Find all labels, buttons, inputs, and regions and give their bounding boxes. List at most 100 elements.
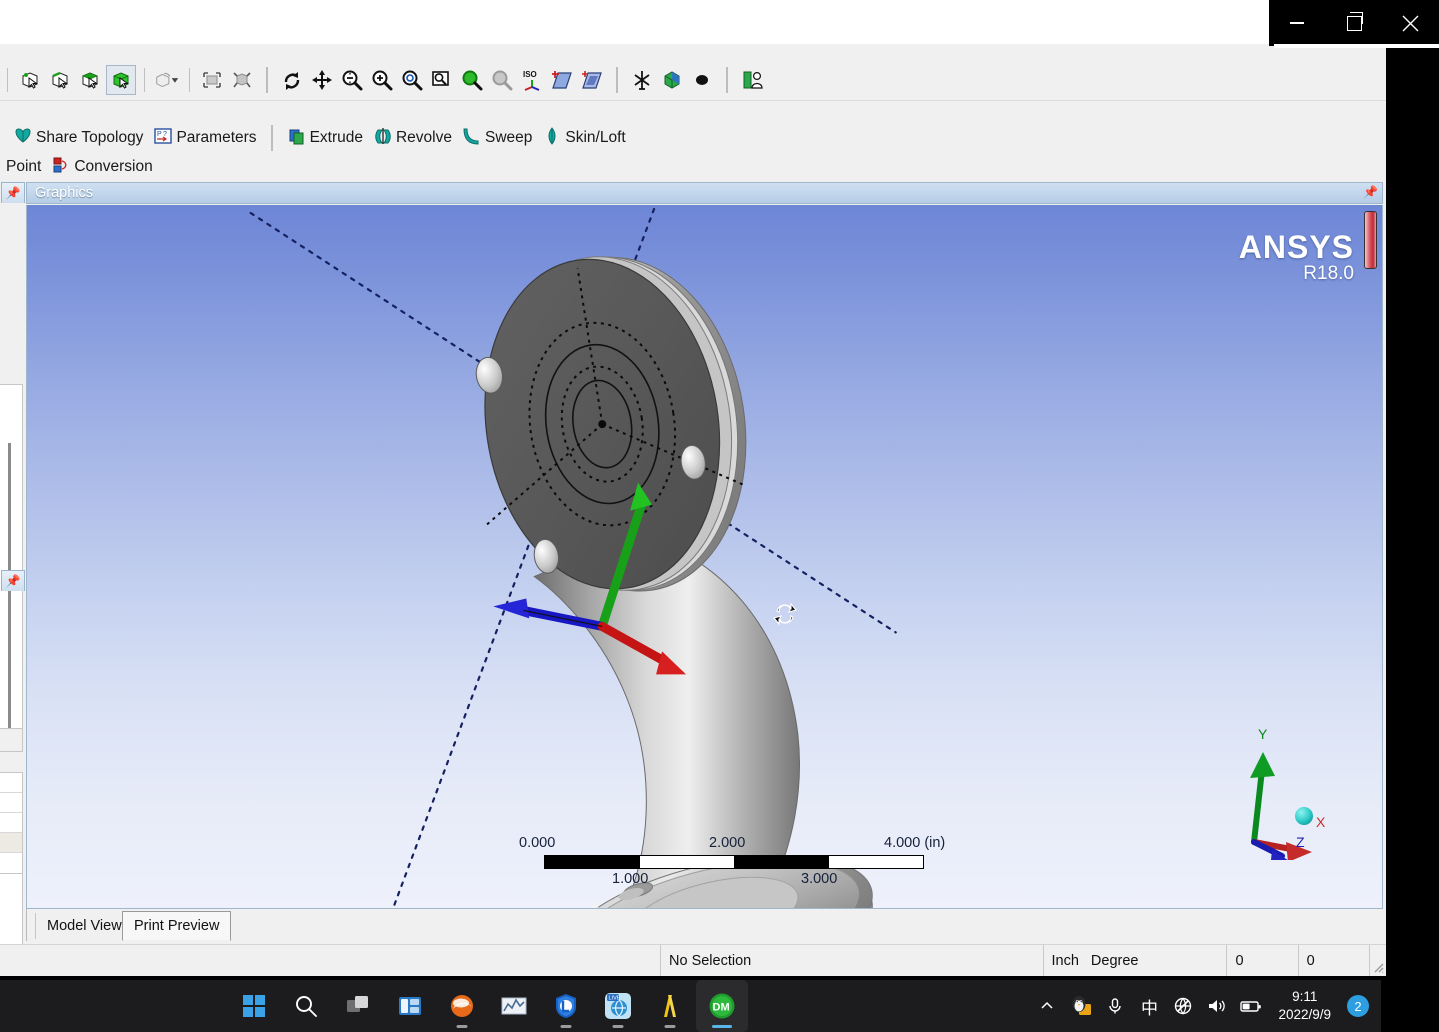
shield-app[interactable] xyxy=(540,980,592,1032)
svg-text:P: P xyxy=(157,131,162,138)
windows-taskbar: LIVE DM 中 9:11 2022/9/9 2 xyxy=(0,980,1439,1032)
toolbar-divider xyxy=(7,68,8,92)
parameters-button[interactable]: P ? Parameters xyxy=(148,124,261,153)
tree-outline-pin-icon[interactable]: 📌 xyxy=(1,182,25,203)
status-count-1-value: 0 xyxy=(1235,953,1244,969)
skin-loft-icon xyxy=(542,126,562,151)
rotate-cursor-icon xyxy=(772,601,798,627)
chevron-up-icon[interactable] xyxy=(1030,980,1064,1032)
search-button[interactable] xyxy=(280,980,332,1032)
details-view-panel[interactable] xyxy=(0,772,23,874)
look-at-face-icon[interactable] xyxy=(738,66,766,94)
scale-segment xyxy=(639,856,734,868)
network-globe-offline-icon[interactable] xyxy=(1166,980,1200,1032)
tree-outline-panel[interactable] xyxy=(0,384,23,746)
status-count-2: 0 xyxy=(1299,945,1370,976)
select-body-icon[interactable] xyxy=(106,65,136,95)
conversion-button[interactable]: Conversion xyxy=(46,153,157,182)
running-indicator xyxy=(456,1025,468,1028)
axis-triad[interactable]: Y X Z xyxy=(1224,726,1334,870)
triad-y-label: Y xyxy=(1258,726,1268,742)
chinese-ime-icon[interactable]: 中 xyxy=(1132,980,1166,1032)
clock-date: 2022/9/9 xyxy=(1278,1007,1331,1022)
box-select-icon[interactable] xyxy=(198,66,226,94)
browser-app[interactable] xyxy=(436,980,488,1032)
parameters-icon: P ? xyxy=(153,126,173,151)
share-topology-button[interactable]: Share Topology xyxy=(8,124,148,153)
tab-print-preview-label: Print Preview xyxy=(134,918,220,934)
share-topology-icon xyxy=(13,126,33,151)
ansys-workbench-app[interactable] xyxy=(644,980,696,1032)
live-app[interactable]: LIVE xyxy=(592,980,644,1032)
triad-y-axis xyxy=(1250,752,1275,845)
status-selection: No Selection xyxy=(660,945,1044,976)
parameters-label: Parameters xyxy=(176,129,257,146)
graphics-viewport[interactable]: ANSYS R18.0 0.000 2.000 4.000 (in) 1.000 xyxy=(26,205,1383,909)
tab-model-view[interactable]: Model View xyxy=(35,913,133,939)
box-zoom-icon[interactable] xyxy=(398,66,426,94)
toolbar-divider xyxy=(616,67,618,93)
taskbar-clock[interactable]: 9:11 2022/9/9 xyxy=(1268,980,1341,1032)
box-volume-select-icon[interactable] xyxy=(228,66,256,94)
left-panel-strip: 📌 📌 xyxy=(0,182,25,976)
battery-icon[interactable] xyxy=(1234,980,1268,1032)
window-resize-grip[interactable] xyxy=(1370,945,1386,976)
select-face-icon[interactable] xyxy=(76,66,104,94)
new-sketch-icon[interactable] xyxy=(578,66,606,94)
select-vertex-icon[interactable] xyxy=(16,66,44,94)
point-button[interactable]: Point xyxy=(1,156,46,178)
iso-view-icon[interactable]: ISO xyxy=(518,66,546,94)
screen: ISO Share Topology P ? Parameters Extrud… xyxy=(0,0,1439,1032)
graphics-scrollbar-track[interactable] xyxy=(1364,207,1380,907)
svg-text:DM: DM xyxy=(713,1002,730,1014)
status-units: Inch Degree xyxy=(1044,945,1228,976)
extend-selection-icon[interactable] xyxy=(153,66,181,94)
display-model-icon[interactable] xyxy=(628,66,656,94)
zoom-to-fit-icon[interactable] xyxy=(428,66,456,94)
graphics-pin-icon[interactable]: 📌 xyxy=(1363,185,1378,199)
triad-x-label: X xyxy=(1316,814,1326,830)
chart-app[interactable] xyxy=(488,980,540,1032)
graphics-panel-title: Graphics xyxy=(35,185,94,201)
overlay-close-button[interactable] xyxy=(1382,0,1439,46)
rotate-icon[interactable] xyxy=(278,66,306,94)
status-unit-length: Inch xyxy=(1051,953,1079,969)
next-view-icon[interactable] xyxy=(488,66,516,94)
tab-print-preview[interactable]: Print Preview xyxy=(122,911,232,941)
toolbar-divider xyxy=(726,67,728,93)
extrude-button[interactable]: Extrude xyxy=(282,124,368,153)
feature-toolbar-row2: Point Conversion xyxy=(0,152,1386,182)
display-plane-icon[interactable] xyxy=(688,66,716,94)
designmodeler-app[interactable]: DM xyxy=(696,980,748,1032)
clock-time: 9:11 xyxy=(1292,988,1318,1004)
sweep-button[interactable]: Sweep xyxy=(457,124,537,153)
overlay-restore-button[interactable] xyxy=(1326,0,1383,46)
speaker-icon[interactable] xyxy=(1200,980,1234,1032)
pan-icon[interactable] xyxy=(308,66,336,94)
graphics-scrollbar-thumb[interactable] xyxy=(1364,211,1377,269)
window-titlebar xyxy=(0,0,1386,44)
task-view-button[interactable] xyxy=(332,980,384,1032)
microphone-icon[interactable] xyxy=(1098,980,1132,1032)
skin-loft-button[interactable]: Skin/Loft xyxy=(537,124,630,153)
start-button[interactable] xyxy=(228,980,280,1032)
select-edge-icon[interactable] xyxy=(46,66,74,94)
widgets-button[interactable] xyxy=(384,980,436,1032)
details-row xyxy=(0,833,22,853)
zoom-out-icon[interactable] xyxy=(338,66,366,94)
toolbar-divider xyxy=(144,68,145,92)
previous-view-icon[interactable] xyxy=(458,66,486,94)
revolve-icon xyxy=(373,126,393,151)
notification-badge[interactable]: 2 xyxy=(1347,995,1369,1017)
details-row xyxy=(0,793,22,813)
zoom-in-icon[interactable] xyxy=(368,66,396,94)
scale-segment xyxy=(828,856,923,868)
details-view-pin-icon[interactable]: 📌 xyxy=(1,570,25,591)
penguin-icon[interactable] xyxy=(1064,980,1098,1032)
overlay-minimize-button[interactable] xyxy=(1269,0,1326,46)
revolve-button[interactable]: Revolve xyxy=(368,124,457,153)
svg-text:LIVE: LIVE xyxy=(609,996,621,1002)
display-point-icon[interactable] xyxy=(658,66,686,94)
new-plane-icon[interactable] xyxy=(548,66,576,94)
status-bar: No Selection Inch Degree 0 0 xyxy=(0,944,1386,976)
